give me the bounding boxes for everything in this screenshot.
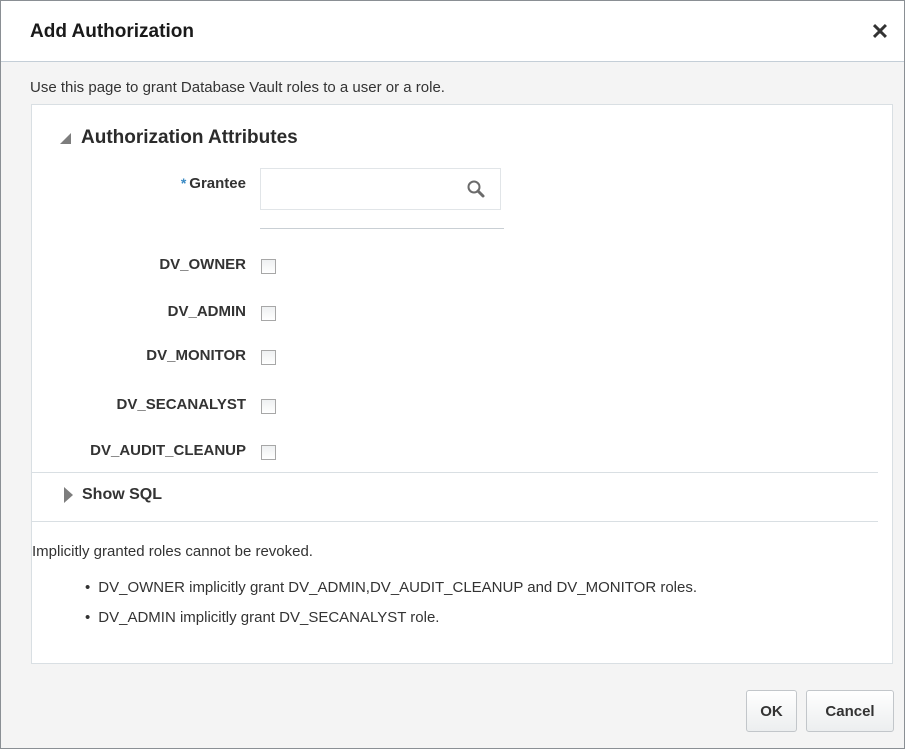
dialog-titlebar: Add Authorization ✕ xyxy=(1,1,904,62)
implicit-roles-list: DV_OWNER implicitly grant DV_ADMIN,DV_AU… xyxy=(85,573,697,633)
authorization-panel: Authorization Attributes * Grantee DV_OWN… xyxy=(31,104,893,664)
section-title: Authorization Attributes xyxy=(81,127,298,148)
grantee-underline xyxy=(260,228,504,229)
close-icon[interactable]: ✕ xyxy=(867,19,893,45)
required-marker: * xyxy=(180,175,187,191)
cancel-button[interactable]: Cancel xyxy=(806,690,894,732)
dialog-title: Add Authorization xyxy=(30,21,194,42)
show-sql-toggle[interactable]: Show SQL xyxy=(64,486,162,504)
search-icon[interactable] xyxy=(466,179,486,199)
role-label-dv-monitor: DV_MONITOR xyxy=(146,347,246,364)
implicit-roles-note: Implicitly granted roles cannot be revok… xyxy=(32,543,313,560)
role-label-dv-admin: DV_ADMIN xyxy=(167,303,246,320)
expand-triangle-icon xyxy=(64,487,73,503)
dv-secanalyst-checkbox[interactable] xyxy=(261,399,276,414)
grantee-label: * Grantee xyxy=(181,175,246,192)
ok-button[interactable]: OK xyxy=(746,690,797,732)
collapse-triangle-icon xyxy=(60,132,71,144)
show-sql-label: Show SQL xyxy=(82,486,162,503)
dv-monitor-checkbox[interactable] xyxy=(261,350,276,365)
list-item: DV_OWNER implicitly grant DV_ADMIN,DV_AU… xyxy=(85,573,697,603)
dv-admin-checkbox[interactable] xyxy=(261,306,276,321)
dv-owner-checkbox[interactable] xyxy=(261,259,276,274)
grantee-input[interactable] xyxy=(261,169,477,209)
list-item: DV_ADMIN implicitly grant DV_SECANALYST … xyxy=(85,603,697,633)
grantee-field[interactable] xyxy=(260,168,501,210)
role-label-dv-audit-cleanup: DV_AUDIT_CLEANUP xyxy=(90,442,246,459)
section-divider xyxy=(32,472,878,473)
role-label-dv-secanalyst: DV_SECANALYST xyxy=(116,396,246,413)
authorization-attributes-toggle[interactable]: Authorization Attributes xyxy=(60,127,298,149)
section-divider xyxy=(32,521,878,522)
add-authorization-dialog: Add Authorization ✕ Use this page to gra… xyxy=(0,0,905,749)
dialog-intro-text: Use this page to grant Database Vault ro… xyxy=(30,79,445,96)
role-label-dv-owner: DV_OWNER xyxy=(159,256,246,273)
grantee-label-text: Grantee xyxy=(189,175,246,192)
dv-audit-cleanup-checkbox[interactable] xyxy=(261,445,276,460)
